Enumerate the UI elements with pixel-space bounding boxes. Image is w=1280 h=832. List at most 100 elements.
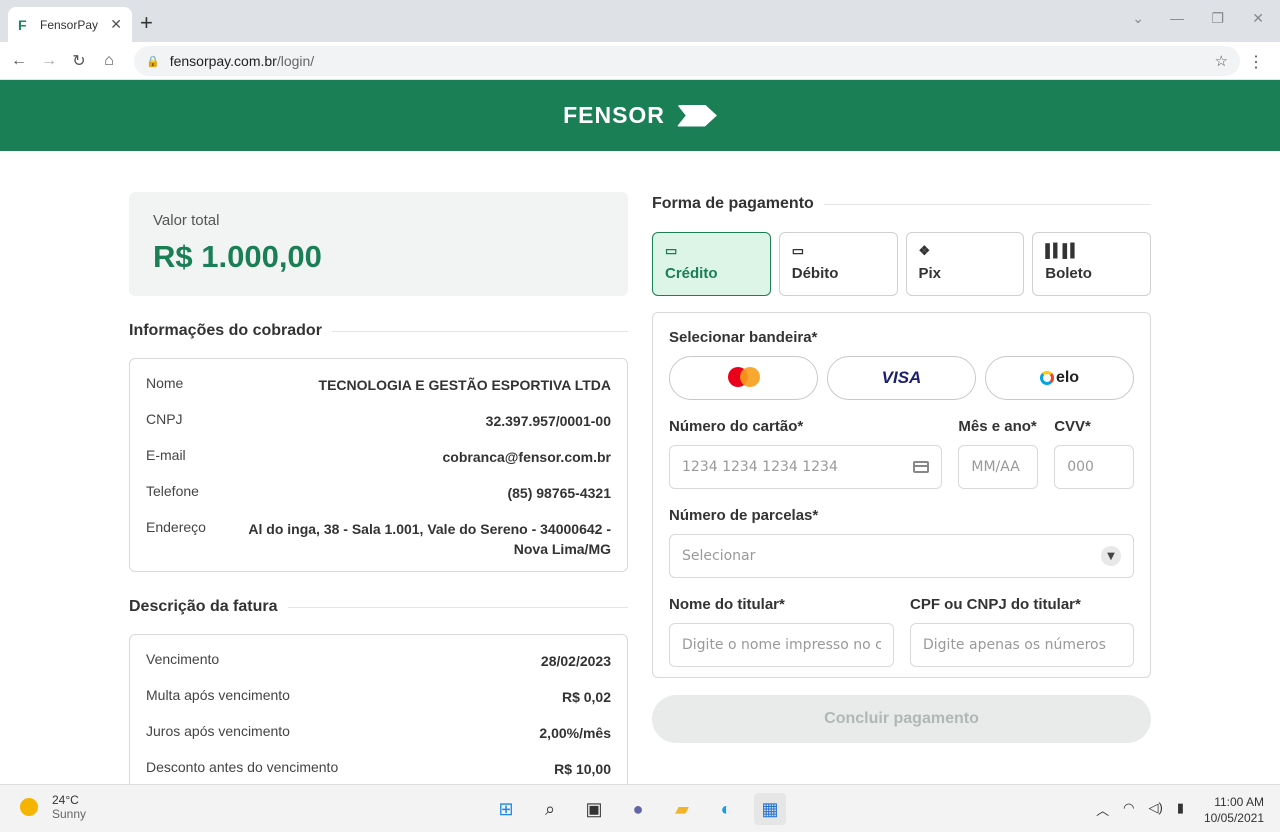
method-pix[interactable]: ❖ Pix — [905, 232, 1025, 296]
home-icon[interactable]: ⌂ — [94, 52, 124, 70]
expiry-placeholder: MM/AA — [971, 459, 1020, 475]
lock-icon: 🔒 — [146, 55, 160, 68]
method-boleto[interactable]: ▌▍▌▍ Boleto — [1032, 232, 1151, 296]
info-row: E-mail cobranca@fensor.com.br — [146, 441, 611, 477]
bookmark-star-icon[interactable]: ☆ — [1215, 52, 1228, 70]
expiry-group: Mês e ano* MM/AA — [958, 418, 1039, 489]
info-row: CNPJ 32.397.957/0001-00 — [146, 405, 611, 441]
method-label: Crédito — [665, 265, 718, 282]
brand-visa-button[interactable]: VISA — [827, 356, 976, 400]
browser-tab-bar: F FensorPay ✕ + ⌄ — ❐ ✕ — [0, 0, 1280, 42]
invoice-key: Juros após vencimento — [146, 723, 290, 739]
brand-mastercard-button[interactable] — [669, 356, 818, 400]
back-icon[interactable]: ← — [4, 52, 34, 70]
task-view-icon[interactable]: ▣ — [578, 793, 610, 825]
method-debito[interactable]: ▭ Débito — [778, 232, 898, 296]
minimize-icon[interactable]: — — [1170, 10, 1184, 26]
system-tray: ︿ ◠ ◁) ▮ — [1096, 800, 1184, 819]
holder-row: Nome do titular* Digite o nome impresso … — [669, 596, 1134, 667]
info-row: Nome TECNOLOGIA E GESTÃO ESPORTIVA LTDA — [146, 369, 611, 405]
browser-menu-icon[interactable]: ⋮ — [1248, 52, 1264, 72]
temperature: 24°C — [52, 793, 79, 807]
reload-icon[interactable]: ↻ — [64, 51, 94, 71]
mastercard-logo-icon — [727, 367, 760, 389]
tab-search-icon[interactable]: ⌄ — [1132, 10, 1144, 27]
holder-label: Nome do titular* — [669, 596, 785, 613]
address-bar-row: ← → ↻ ⌂ 🔒 fensorpay.com.br /login/ ☆ ⋮ — [0, 42, 1280, 80]
store-icon[interactable]: ▦ — [754, 793, 786, 825]
document-input[interactable]: Digite apenas os números — [910, 623, 1134, 667]
invoice-key: Vencimento — [146, 651, 220, 667]
submit-payment-button[interactable]: Concluir pagamento — [652, 695, 1151, 743]
card-number-input[interactable]: 1234 1234 1234 1234 — [669, 445, 943, 489]
edge-icon[interactable]: ◐ — [710, 793, 742, 825]
file-explorer-icon[interactable]: ▰ — [666, 793, 698, 825]
payment-column: Forma de pagamento ▭ Crédito ▭ Débito ❖ … — [652, 195, 1151, 743]
card-details-row: Número do cartão* 1234 1234 1234 1234 Mê… — [669, 418, 1134, 489]
card-form: Selecionar bandeira* VISA elo Número do … — [652, 312, 1151, 678]
site-header: FENSOR — [0, 80, 1280, 151]
battery-icon[interactable]: ▮ — [1177, 800, 1184, 819]
invoice-value: R$ 0,02 — [561, 689, 611, 705]
invoice-value: R$ 10,00 — [554, 761, 611, 777]
info-key: Endereço — [146, 519, 206, 535]
close-window-icon[interactable]: ✕ — [1252, 10, 1264, 27]
total-value: R$ 1.000,00 — [153, 239, 322, 274]
collector-section-title: Informações do cobrador — [129, 322, 628, 340]
collector-info-box: Nome TECNOLOGIA E GESTÃO ESPORTIVA LTDA … — [129, 358, 628, 572]
installments-value: Selecionar — [682, 548, 756, 564]
clock-date: 10/05/2021 — [1203, 811, 1264, 825]
chevron-up-icon[interactable]: ︿ — [1096, 800, 1109, 819]
invoice-row: Multa após vencimento R$ 0,02 — [146, 681, 611, 717]
restore-icon[interactable]: ❐ — [1211, 10, 1224, 27]
volume-icon[interactable]: ◁) — [1149, 800, 1163, 819]
tab-title: FensorPay — [40, 17, 99, 32]
credit-card-icon: ▭ — [665, 243, 678, 258]
invoice-info-box: Vencimento 28/02/2023 Multa após vencime… — [129, 634, 628, 784]
expiry-input[interactable]: MM/AA — [958, 445, 1039, 489]
url-input[interactable]: 🔒 fensorpay.com.br /login/ ☆ — [134, 46, 1240, 76]
card-number-group: Número do cartão* 1234 1234 1234 1234 — [669, 418, 943, 489]
visa-logo: VISA — [881, 368, 922, 387]
clock-time: 11:00 AM — [1214, 795, 1264, 809]
windows-start-icon[interactable]: ⊞ — [490, 793, 522, 825]
method-label: Pix — [918, 265, 942, 282]
new-tab-icon[interactable]: + — [140, 10, 153, 36]
logo-chevron-icon — [676, 104, 717, 127]
invoice-row: Desconto antes do vencimento R$ 10,00 — [146, 753, 611, 784]
cvv-input[interactable]: 000 — [1054, 445, 1134, 489]
installments-label: Número de parcelas* — [669, 507, 819, 524]
brand-label: Selecionar bandeira* — [669, 329, 818, 346]
info-key: Telefone — [146, 483, 199, 499]
clock[interactable]: 11:00 AM 10/05/2021 — [1204, 794, 1264, 826]
info-row: Telefone (85) 98765-4321 — [146, 477, 611, 513]
card-number-placeholder: 1234 1234 1234 1234 — [682, 459, 838, 475]
debit-card-icon: ▭ — [791, 243, 805, 258]
browser-tab[interactable]: F FensorPay ✕ — [8, 7, 132, 42]
left-column: Valor total R$ 1.000,00 Informações do c… — [129, 192, 628, 784]
taskbar-apps: ⊞ ⌕ ▣ ● ▰ ◐ ▦ — [490, 793, 786, 825]
url-path: /login/ — [276, 53, 315, 69]
info-key: CNPJ — [146, 411, 183, 427]
method-credito[interactable]: ▭ Crédito — [652, 232, 771, 296]
chat-icon[interactable]: ● — [622, 793, 654, 825]
chevron-down-icon: ▼ — [1101, 546, 1121, 566]
brand-elo-button[interactable]: elo — [985, 356, 1134, 400]
invoice-row: Vencimento 28/02/2023 — [146, 645, 611, 681]
divider — [823, 203, 1151, 205]
payment-methods: ▭ Crédito ▭ Débito ❖ Pix ▌▍▌▍ Boleto — [652, 232, 1151, 296]
info-value: 32.397.957/0001-00 — [485, 413, 611, 429]
cvv-label: CVV* — [1054, 418, 1091, 435]
close-tab-icon[interactable]: ✕ — [110, 16, 122, 33]
holder-name-input[interactable]: Digite o nome impresso no c... — [669, 623, 894, 667]
forward-icon[interactable]: → — [34, 52, 64, 70]
installments-select[interactable]: Selecionar ▼ — [669, 534, 1134, 578]
document-placeholder: Digite apenas os números — [923, 637, 1106, 653]
wifi-icon[interactable]: ◠ — [1123, 800, 1134, 819]
search-icon[interactable]: ⌕ — [534, 793, 566, 825]
weather-widget[interactable]: 24°C Sunny — [20, 793, 86, 821]
logo-text: FENSOR — [563, 102, 665, 128]
invoice-value: 28/02/2023 — [540, 653, 611, 669]
divider — [331, 330, 628, 332]
document-label: CPF ou CNPJ do titular* — [910, 596, 1081, 613]
